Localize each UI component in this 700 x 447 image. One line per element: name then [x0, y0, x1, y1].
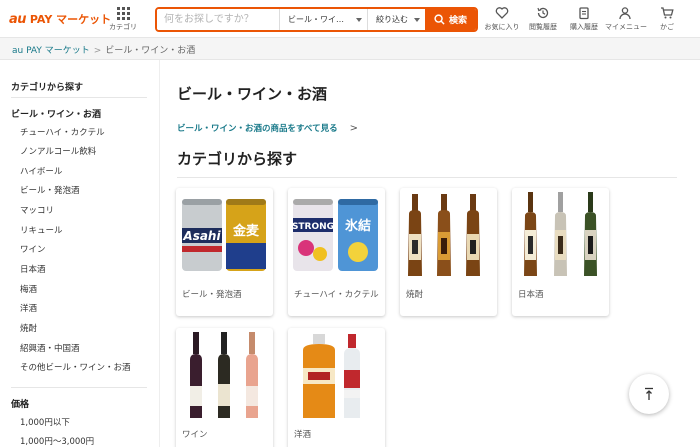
site-header: au PAY マーケット カテゴリ ビール・ワイ… 絞り込む 検索	[0, 0, 700, 38]
search-scope-select[interactable]: ビール・ワイ…	[279, 9, 367, 30]
page-title: ビール・ワイン・お酒	[177, 85, 328, 103]
nav-purchase-history-label: 購入履歴	[570, 23, 598, 31]
category-card-label: 洋酒	[294, 430, 312, 440]
sidebar-price-1000-3000[interactable]: 1,000円〜3,000円	[20, 435, 94, 447]
category-card-wine[interactable]: ワイン	[176, 328, 273, 447]
user-icon	[619, 7, 631, 20]
category-card-western-liquor[interactable]: 洋酒	[288, 328, 385, 447]
sidebar-item-chuhai[interactable]: チューハイ・カクテル	[20, 126, 105, 138]
sidebar-divider	[11, 387, 147, 388]
section-divider	[177, 177, 677, 178]
search-filter-select[interactable]: 絞り込む	[367, 9, 425, 30]
chuhai-cans-image: STRONG 氷結	[292, 199, 378, 271]
sidebar-item-wine[interactable]: ワイン	[20, 243, 46, 255]
chevron-down-icon	[414, 17, 420, 22]
view-all-link-label: ビール・ワイン・お酒の商品をすべて見る	[177, 124, 338, 134]
sidebar-item-chinese-liquor[interactable]: 紹興酒・中国酒	[20, 342, 80, 354]
cart-icon	[661, 7, 674, 19]
category-card-shochu[interactable]: 焼酎	[400, 188, 497, 316]
sidebar-item-highball[interactable]: ハイボール	[20, 165, 62, 177]
sidebar-price-heading: 価格	[11, 400, 30, 410]
sidebar-item-sake[interactable]: 日本酒	[20, 263, 46, 275]
category-card-label: 日本酒	[518, 290, 544, 300]
category-card-label: ワイン	[182, 430, 208, 440]
nav-history-label: 閲覧履歴	[529, 23, 557, 31]
nav-my-menu-label: マイメニュー	[605, 23, 647, 31]
chevron-down-icon	[356, 17, 362, 22]
arrow-up-icon	[645, 387, 653, 400]
nav-favorites[interactable]: お気に入り	[482, 6, 522, 32]
strong-can-label: STRONG	[292, 222, 334, 232]
search-scope-value: ビール・ワイ…	[288, 15, 344, 24]
chevron-right-icon: >	[349, 123, 358, 134]
kinmugi-can-label: 金麦	[232, 223, 260, 239]
category-card-sake[interactable]: 日本酒	[512, 188, 609, 316]
category-menu-label: カテゴリ	[109, 23, 137, 31]
beer-cans-image: Asahi 金麦	[182, 199, 266, 271]
sidebar-item-western-liquor[interactable]: 洋酒	[20, 302, 37, 314]
sidebar-item-liqueur[interactable]: リキュール	[20, 224, 63, 236]
nav-cart-label: かご	[660, 23, 674, 31]
nav-my-menu[interactable]: マイメニュー	[605, 6, 647, 32]
sidebar-heading: カテゴリから探す	[11, 83, 84, 93]
sidebar-item-makgeolli[interactable]: マッコリ	[20, 204, 54, 216]
category-card-label: チューハイ・カクテル	[294, 290, 379, 300]
wine-bottles-image	[190, 332, 258, 418]
sidebar-price-under-1000[interactable]: 1,000円以下	[20, 416, 70, 428]
category-card-beer[interactable]: Asahi 金麦 ビール・発泡酒	[176, 188, 273, 316]
category-card-chuhai[interactable]: STRONG 氷結 チューハイ・カクテル	[288, 188, 385, 316]
breadcrumb-separator: >	[93, 46, 102, 56]
category-card-label: 焼酎	[406, 290, 424, 300]
category-card-label: ビール・発泡酒	[182, 290, 242, 300]
hyoketsu-can-label: 氷結	[345, 218, 371, 234]
logo-text: PAY マーケット	[29, 13, 112, 26]
liquor-bottles-image	[303, 334, 360, 418]
sidebar-divider	[11, 97, 147, 98]
history-icon	[537, 7, 549, 19]
search-icon	[434, 14, 445, 25]
section-title: カテゴリから探す	[177, 150, 298, 168]
search-filter-value: 絞り込む	[376, 15, 408, 24]
nav-purchase-history[interactable]: 購入履歴	[564, 6, 604, 32]
sidebar-parent-category[interactable]: ビール・ワイン・お酒	[11, 107, 101, 120]
breadcrumb-home-link[interactable]: au PAY マーケット	[12, 46, 90, 56]
breadcrumb: au PAY マーケット > ビール・ワイン・お酒	[0, 38, 700, 60]
nav-history[interactable]: 閲覧履歴	[523, 6, 563, 32]
sidebar-item-other[interactable]: その他ビール・ワイン・お酒	[20, 361, 131, 373]
logo-au: au	[9, 12, 27, 27]
view-all-link[interactable]: ビール・ワイン・お酒の商品をすべて見る >	[177, 122, 358, 134]
heart-icon	[495, 7, 509, 19]
asahi-can-label: Asahi	[182, 229, 221, 243]
sidebar-item-shochu[interactable]: 焼酎	[20, 322, 37, 334]
site-logo[interactable]: au PAY マーケット	[9, 11, 111, 27]
category-menu-button[interactable]: カテゴリ	[108, 5, 138, 33]
grid-icon	[116, 7, 130, 20]
sake-bottles-image	[524, 192, 597, 276]
breadcrumb-current: ビール・ワイン・お酒	[105, 46, 196, 56]
sidebar-item-beer[interactable]: ビール・発泡酒	[20, 184, 80, 196]
search-input[interactable]	[157, 9, 279, 30]
search-button[interactable]: 検索	[425, 9, 476, 30]
back-to-top-button[interactable]	[629, 374, 669, 414]
search-bar: ビール・ワイ… 絞り込む 検索	[155, 7, 478, 32]
nav-favorites-label: お気に入り	[484, 23, 520, 31]
sidebar: カテゴリから探す ビール・ワイン・お酒 チューハイ・カクテル ノンアルコール飲料…	[0, 60, 160, 447]
search-button-label: 検索	[448, 16, 467, 26]
receipt-icon	[579, 7, 589, 20]
nav-cart[interactable]: かご	[647, 6, 687, 32]
sidebar-item-non-alcohol[interactable]: ノンアルコール飲料	[20, 145, 96, 157]
shochu-bottles-image	[408, 194, 480, 276]
sidebar-item-umeshu[interactable]: 梅酒	[20, 283, 37, 295]
